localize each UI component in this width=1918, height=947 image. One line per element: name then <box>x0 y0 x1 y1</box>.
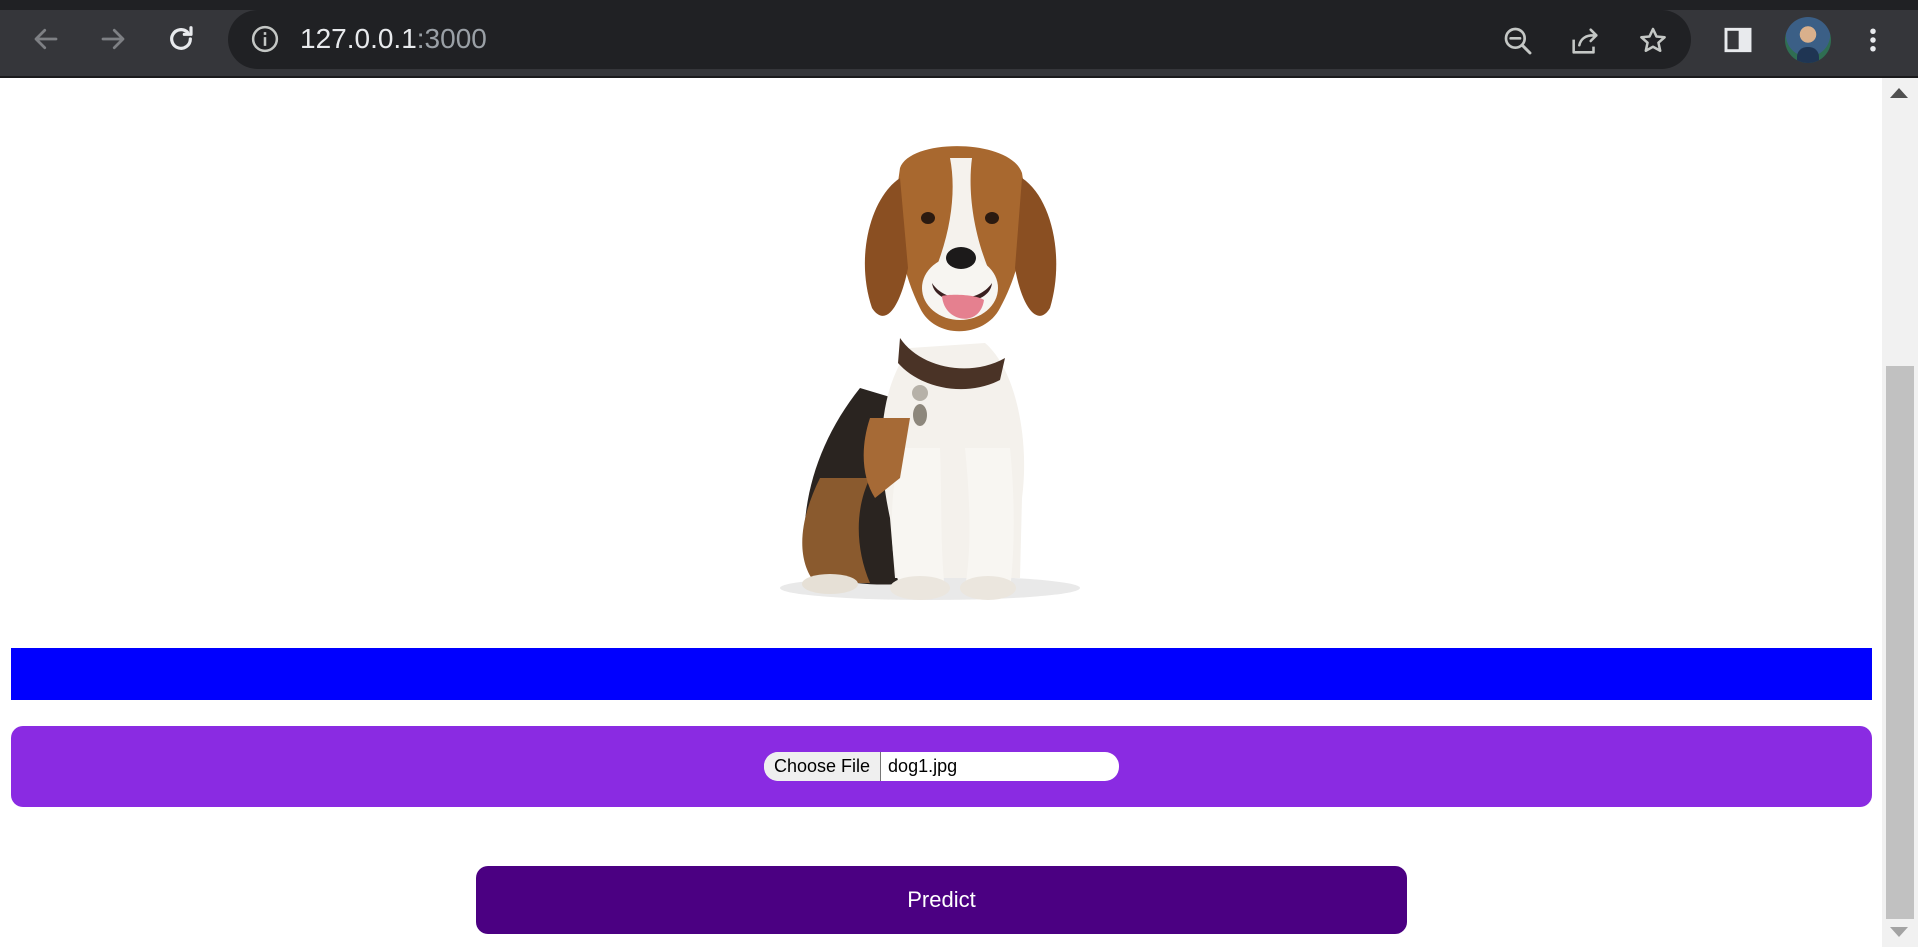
dog-image <box>760 118 1100 608</box>
reload-button[interactable] <box>162 20 200 58</box>
prediction-result-bar <box>11 648 1872 700</box>
predict-button[interactable]: Predict <box>476 866 1407 934</box>
selected-file-name: dog1.jpg <box>888 756 958 776</box>
page-content: Choose File dog1.jpg Predict <box>0 78 1882 947</box>
side-panel-button[interactable] <box>1718 20 1758 60</box>
scroll-up-arrow-icon[interactable] <box>1890 88 1908 98</box>
avatar[interactable] <box>1785 17 1831 63</box>
file-input[interactable]: Choose File dog1.jpg <box>764 752 1119 781</box>
url-port: :3000 <box>416 23 487 54</box>
scroll-thumb[interactable] <box>1886 366 1914 919</box>
side-panel-icon <box>1724 27 1752 53</box>
menu-button[interactable] <box>1853 20 1893 60</box>
choose-file-button[interactable]: Choose File <box>764 752 882 781</box>
scroll-down-arrow-icon[interactable] <box>1890 927 1908 937</box>
arrow-right-icon <box>101 28 125 50</box>
kebab-menu-icon <box>1870 28 1876 52</box>
zoom-out-icon <box>1504 27 1532 55</box>
address-bar[interactable]: 127.0.0.1:3000 <box>228 10 1691 69</box>
share-button[interactable] <box>1568 24 1602 58</box>
bookmark-button[interactable] <box>1636 24 1670 58</box>
upload-panel: Choose File dog1.jpg <box>11 726 1872 807</box>
star-icon <box>1640 27 1666 52</box>
reload-icon <box>170 26 193 50</box>
back-button[interactable] <box>27 20 65 58</box>
share-icon <box>1572 28 1598 54</box>
forward-button[interactable] <box>94 20 132 58</box>
url-host: 127.0.0.1 <box>300 23 417 54</box>
browser-toolbar: 127.0.0.1:3000 <box>0 0 1918 78</box>
info-icon[interactable] <box>250 24 280 54</box>
vertical-scrollbar[interactable] <box>1882 78 1918 947</box>
url-text[interactable]: 127.0.0.1:3000 <box>300 23 487 55</box>
zoom-button[interactable] <box>1501 24 1535 58</box>
arrow-left-icon <box>34 28 58 50</box>
